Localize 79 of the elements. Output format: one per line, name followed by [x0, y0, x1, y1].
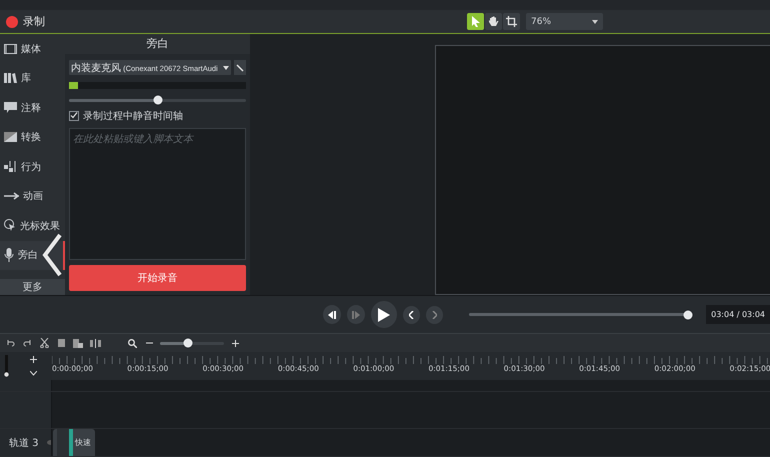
- caret-icon: [592, 20, 598, 24]
- add-track-button[interactable]: [27, 353, 39, 365]
- cut-button[interactable]: [38, 337, 50, 349]
- sidebar-item[interactable]: 库: [0, 64, 65, 93]
- time-display: 03:04 / 03:04: [706, 305, 770, 324]
- sidebar-item[interactable]: 行为: [0, 152, 65, 182]
- previous-marker-button[interactable]: [402, 306, 420, 324]
- next-marker-button[interactable]: [426, 306, 444, 324]
- redo-button[interactable]: [21, 337, 33, 349]
- more-button[interactable]: 更多: [0, 279, 65, 295]
- script-field[interactable]: 在此处粘贴或键入脚本文本: [69, 128, 246, 260]
- mute-checkbox[interactable]: 录制过程中静音时间轴: [69, 108, 246, 123]
- pointer-icon: [472, 16, 480, 27]
- plus-icon: [232, 340, 238, 346]
- paste-icon: [73, 338, 83, 348]
- pan-tool[interactable]: [485, 13, 502, 30]
- undo-icon: [6, 339, 14, 347]
- sidebar-item[interactable]: 媒体: [0, 34, 65, 64]
- playhead-thumb[interactable]: [684, 310, 693, 319]
- chevron-down-icon: [30, 370, 36, 376]
- zoom-in-button[interactable]: [229, 337, 241, 349]
- wand-button[interactable]: [234, 60, 246, 75]
- sidebar-item[interactable]: 转换: [0, 122, 65, 152]
- behavior-icon: [4, 160, 17, 173]
- previous-button[interactable]: [323, 305, 342, 324]
- caret-icon: [223, 66, 229, 70]
- search-icon: [128, 338, 136, 348]
- sidebar-label: 转换: [21, 131, 41, 144]
- play-icon: [378, 308, 390, 322]
- film-icon: [4, 44, 17, 54]
- sidebar-item[interactable]: 注释: [0, 93, 65, 122]
- clip-label: 快速: [75, 437, 91, 448]
- crop-icon: [506, 16, 517, 27]
- transition-icon: [4, 132, 17, 142]
- scissors-icon: [40, 338, 48, 348]
- arrow-icon: [4, 192, 19, 200]
- sidebar-label: 行为: [21, 160, 41, 174]
- checkmark-icon: [70, 112, 78, 120]
- cursor-icon: [4, 219, 16, 232]
- chevron-left-icon: [408, 310, 414, 318]
- sidebar-item[interactable]: 旁白: [0, 240, 65, 270]
- sidebar-label: 旁白: [18, 248, 38, 262]
- track-label: 轨道 3: [9, 436, 39, 450]
- split-icon: [90, 338, 100, 348]
- zoom-search-button[interactable]: [126, 337, 138, 349]
- clip[interactable]: 快速: [53, 429, 95, 456]
- sidebar-item[interactable]: 动画: [0, 182, 65, 211]
- sidebar-label: 光标效果: [20, 220, 60, 233]
- split-button[interactable]: [89, 337, 101, 349]
- crop-tool[interactable]: [503, 13, 520, 30]
- volume-slider-thumb[interactable]: [153, 96, 162, 105]
- chevron-right-icon: [432, 310, 438, 318]
- zoom-dropdown[interactable]: 76%: [526, 13, 603, 30]
- sidebar-label: 媒体: [21, 42, 41, 56]
- zoom-slider-thumb[interactable]: [183, 338, 192, 348]
- skip-forward-icon: [352, 310, 361, 318]
- paste-button[interactable]: [72, 337, 84, 349]
- minus-icon: [146, 342, 152, 344]
- play-button[interactable]: [371, 301, 397, 328]
- sidebar-item[interactable]: 光标效果: [0, 211, 65, 240]
- hand-icon: [488, 16, 499, 27]
- callout-icon: [4, 102, 17, 114]
- sidebar-label: 注释: [21, 102, 41, 115]
- plus-icon: [30, 356, 36, 362]
- microphone-icon: [4, 248, 14, 262]
- copy-button[interactable]: [55, 337, 67, 349]
- start-recording-button[interactable]: 开始录音: [69, 265, 246, 291]
- sidebar-label: 库: [21, 72, 31, 86]
- sidebar-label: 动画: [23, 190, 43, 204]
- step-button[interactable]: [347, 305, 366, 324]
- skip-back-icon: [328, 310, 337, 318]
- wand-icon: [236, 64, 244, 72]
- books-icon: [4, 73, 17, 84]
- redo-icon: [22, 339, 32, 347]
- copy-icon: [56, 338, 66, 348]
- panel-title: 旁白: [65, 34, 250, 54]
- chevron-left-icon[interactable]: [42, 233, 62, 277]
- track-height-slider-icon: [4, 355, 9, 377]
- record-button[interactable]: 录制: [6, 14, 45, 29]
